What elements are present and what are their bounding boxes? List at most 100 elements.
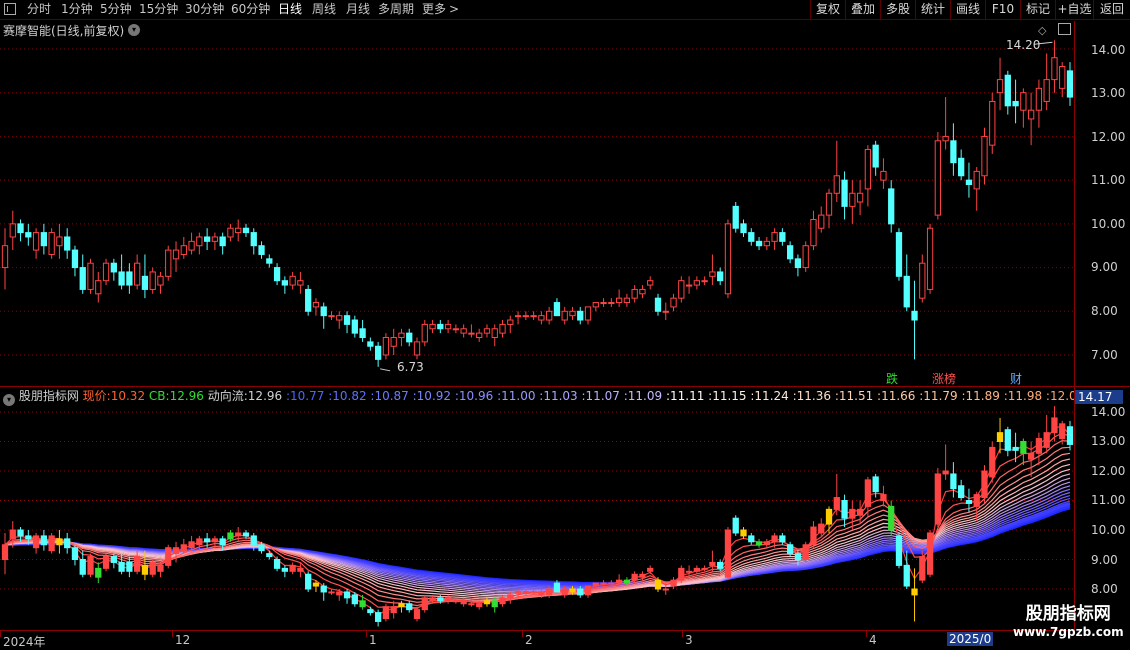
date-tick [866, 631, 867, 637]
period-tab-weekly[interactable]: 周线 [312, 2, 336, 17]
flow-value: :11.15 [704, 389, 747, 403]
candle [460, 324, 467, 338]
period-tab-daily[interactable]: 日线 [278, 2, 302, 17]
more-chevron-icon[interactable]: > [449, 2, 459, 17]
flow-value: :11.36 [788, 389, 831, 403]
indicator-candle [810, 521, 817, 548]
period-tab-monthly[interactable]: 月线 [346, 2, 370, 17]
candle [87, 258, 94, 294]
date-label: 2024年 [3, 635, 46, 649]
indicator-candle [740, 527, 747, 539]
draw-line-button[interactable]: 画线 [950, 0, 985, 20]
price-tick: 10.00 [1091, 523, 1126, 537]
candlestick-chart[interactable] [0, 21, 1074, 386]
candle [553, 298, 561, 317]
indicator-candle [1043, 414, 1050, 454]
indicator-candle [1020, 438, 1027, 466]
multi-stock-button[interactable]: 多股 [880, 0, 915, 20]
indicator-candle [833, 473, 840, 516]
candle [538, 311, 545, 325]
flow-value: :11.79 [915, 389, 958, 403]
indicator-candle [989, 441, 996, 483]
add-watchlist-button[interactable]: +自选 [1055, 0, 1093, 20]
indicator-candle [273, 556, 281, 572]
menu-icon[interactable] [4, 3, 16, 15]
price-tick: 7.00 [1091, 348, 1118, 362]
panel-toggle-icon[interactable] [1058, 23, 1071, 35]
candle [577, 306, 584, 325]
mark-button[interactable]: 标记 [1020, 0, 1055, 20]
candle [188, 232, 195, 255]
candle [958, 149, 965, 181]
candle [367, 337, 374, 351]
candle [48, 228, 55, 259]
overlay-button[interactable]: 叠加 [845, 0, 880, 20]
candle [965, 162, 973, 198]
candle [157, 271, 164, 294]
adjust-button[interactable]: 复权 [810, 0, 845, 20]
diamond-icon[interactable]: ◇ [1038, 24, 1046, 37]
period-tab-60min[interactable]: 60分钟 [231, 2, 270, 17]
flow-value: :11.07 [577, 389, 620, 403]
candle [763, 236, 770, 251]
candle [102, 258, 110, 286]
period-tab-1min[interactable]: 1分钟 [61, 2, 93, 17]
flow-value: :11.00 [493, 389, 536, 403]
indicator-menu-icon[interactable]: ▾ [3, 394, 15, 406]
candle [685, 276, 693, 294]
price-tick: 13.00 [1091, 86, 1126, 100]
flow-line [4, 468, 1071, 597]
candle [390, 328, 397, 355]
price-tick: 14.00 [1091, 43, 1126, 57]
price-tick: 9.00 [1091, 260, 1118, 274]
candle [631, 285, 638, 303]
period-tab-30min[interactable]: 30分钟 [185, 2, 224, 17]
flow-values: 12.96 :10.77 :10.82 :10.87 :10.92 :10.96… [248, 389, 1085, 403]
flow-value: :11.03 [535, 389, 578, 403]
candle [398, 328, 405, 347]
indicator-candle [165, 544, 172, 569]
indicator-candle [507, 591, 514, 604]
date-tick [366, 631, 367, 637]
candle [1059, 62, 1066, 98]
flow-value: :10.77 [282, 389, 325, 403]
flow-value: :11.89 [957, 389, 1000, 403]
indicator-candle [958, 479, 965, 501]
period-tab-5min[interactable]: 5分钟 [100, 2, 132, 17]
candle [662, 302, 669, 321]
candle [328, 311, 335, 321]
candle [429, 320, 436, 334]
candle [911, 280, 918, 360]
period-tab-realtime[interactable]: 分时 [27, 2, 51, 17]
candle [196, 232, 203, 255]
back-button[interactable]: 返回 [1093, 0, 1130, 20]
flow-label: 动向流: [207, 389, 248, 403]
candle [382, 333, 390, 360]
date-tick [522, 631, 523, 637]
candle [825, 188, 833, 229]
candle [919, 254, 926, 303]
candle [227, 223, 234, 242]
flow-value: :10.82 [324, 389, 367, 403]
f10-button[interactable]: F10 [985, 0, 1020, 20]
period-tab-more[interactable]: 更多 [422, 2, 446, 17]
candle [165, 245, 172, 281]
title-dropdown-icon[interactable]: ▾ [128, 24, 140, 36]
period-tab-multi[interactable]: 多周期 [378, 2, 414, 17]
indicator-candle [818, 518, 825, 536]
stats-button[interactable]: 统计 [915, 0, 950, 20]
indicator-candle [926, 530, 934, 578]
indicator-candle [172, 541, 180, 563]
watermark-url: www.7gpzb.com [1013, 625, 1124, 639]
date-tick [0, 631, 1, 637]
period-tab-15min[interactable]: 15分钟 [139, 2, 178, 17]
candle [849, 180, 856, 224]
low-price-marker: 6.73 [397, 360, 424, 374]
candle [592, 302, 599, 312]
candle [740, 219, 747, 237]
candle [141, 254, 149, 299]
indicator-chart[interactable] [0, 387, 1074, 630]
indicator-candle [421, 594, 428, 613]
indicator-candle [864, 476, 872, 519]
signal-fall-label: 跌 [886, 372, 899, 386]
